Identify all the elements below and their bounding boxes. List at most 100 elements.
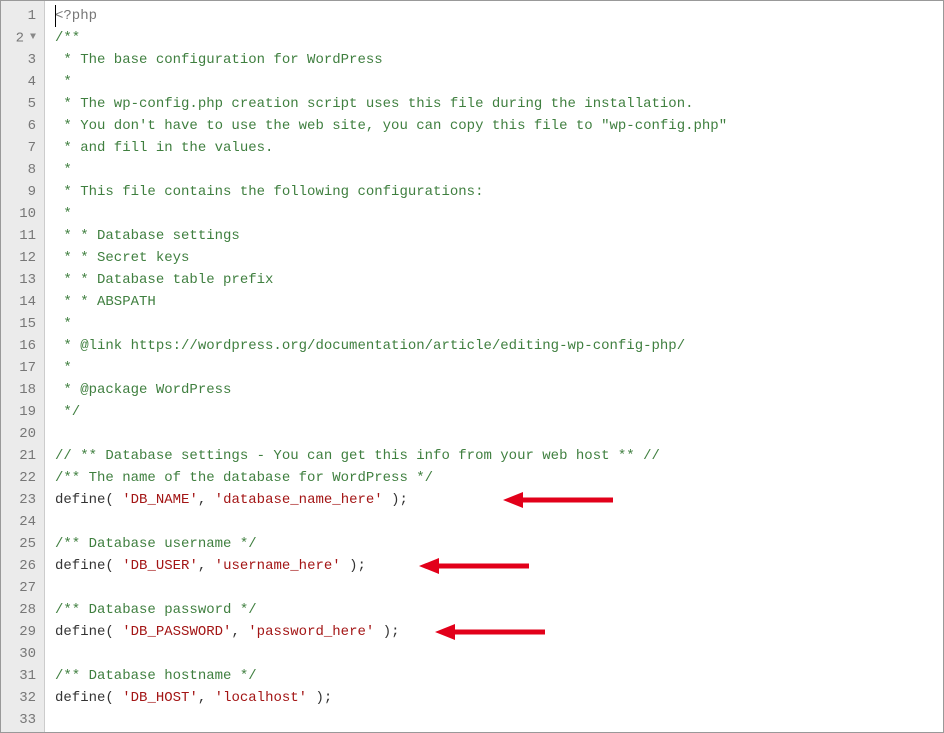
doc-comment: * * ABSPATH: [55, 294, 156, 310]
define-call: define: [55, 558, 105, 574]
code-line: define( 'DB_HOST', 'localhost' );: [55, 687, 943, 709]
line-number: 27: [5, 577, 36, 599]
docblock-start: /**: [55, 30, 80, 46]
string-literal: 'localhost': [215, 690, 307, 706]
doc-comment: *: [55, 206, 72, 222]
code-line: * and fill in the values.: [55, 137, 943, 159]
doc-comment: *: [55, 316, 72, 332]
code-line: * This file contains the following confi…: [55, 181, 943, 203]
line-number: 1: [5, 5, 36, 27]
doc-comment: * @package WordPress: [55, 382, 231, 398]
doc-comment: /** Database password */: [55, 602, 257, 618]
line-number: 30: [5, 643, 36, 665]
string-literal: 'database_name_here': [215, 492, 383, 508]
doc-comment: * * Database settings: [55, 228, 240, 244]
string-literal: 'DB_NAME': [122, 492, 198, 508]
code-line: /** Database hostname */: [55, 665, 943, 687]
code-editor-area[interactable]: <?php /** * The base configuration for W…: [45, 1, 943, 732]
doc-comment: *: [55, 74, 72, 90]
code-line: [55, 643, 943, 665]
code-line: define( 'DB_NAME', 'database_name_here' …: [55, 489, 943, 511]
doc-comment: * and fill in the values.: [55, 140, 273, 156]
string-literal: 'username_here': [215, 558, 341, 574]
line-number: 22: [5, 467, 36, 489]
doc-comment: /** Database hostname */: [55, 668, 257, 684]
string-literal: 'DB_PASSWORD': [122, 624, 231, 640]
line-number: 24: [5, 511, 36, 533]
line-number: 20: [5, 423, 36, 445]
code-line: * * Database table prefix: [55, 269, 943, 291]
php-open-tag: <?php: [55, 8, 97, 24]
code-line: *: [55, 71, 943, 93]
code-line: * * Database settings: [55, 225, 943, 247]
string-literal: 'password_here': [248, 624, 374, 640]
code-line: // ** Database settings - You can get th…: [55, 445, 943, 467]
define-call: define: [55, 690, 105, 706]
code-line: define( 'DB_PASSWORD', 'password_here' )…: [55, 621, 943, 643]
code-line: * * Secret keys: [55, 247, 943, 269]
doc-comment: * * Secret keys: [55, 250, 189, 266]
doc-comment: * You don't have to use the web site, yo…: [55, 118, 727, 134]
code-line: /** Database password */: [55, 599, 943, 621]
line-number: 12: [5, 247, 36, 269]
code-line: [55, 423, 943, 445]
code-line: /** Database username */: [55, 533, 943, 555]
code-line: define( 'DB_USER', 'username_here' );: [55, 555, 943, 577]
line-number: 14: [5, 291, 36, 313]
line-number: 32: [5, 687, 36, 709]
line-number: 10: [5, 203, 36, 225]
text-cursor: [55, 5, 56, 27]
code-line: *: [55, 357, 943, 379]
doc-comment: * The wp-config.php creation script uses…: [55, 96, 694, 112]
line-number: 21: [5, 445, 36, 467]
line-number: 19: [5, 401, 36, 423]
line-number: 2▼: [5, 27, 36, 49]
code-line: * @package WordPress: [55, 379, 943, 401]
code-line: * You don't have to use the web site, yo…: [55, 115, 943, 137]
string-literal: 'DB_HOST': [122, 690, 198, 706]
line-number: 16: [5, 335, 36, 357]
doc-comment: * The base configuration for WordPress: [55, 52, 383, 68]
line-number: 23: [5, 489, 36, 511]
line-number: 31: [5, 665, 36, 687]
line-number: 29: [5, 621, 36, 643]
define-call: define: [55, 624, 105, 640]
line-number: 17: [5, 357, 36, 379]
line-number: 8: [5, 159, 36, 181]
doc-comment: /** Database username */: [55, 536, 257, 552]
code-line: *: [55, 159, 943, 181]
doc-comment: * This file contains the following confi…: [55, 184, 483, 200]
line-number: 28: [5, 599, 36, 621]
doc-comment: * * Database table prefix: [55, 272, 273, 288]
code-line: /** The name of the database for WordPre…: [55, 467, 943, 489]
line-number: 4: [5, 71, 36, 93]
code-line: * The wp-config.php creation script uses…: [55, 93, 943, 115]
line-number: 7: [5, 137, 36, 159]
code-line: [55, 709, 943, 731]
code-line: *: [55, 313, 943, 335]
docblock-end: */: [55, 404, 80, 420]
line-number: 11: [5, 225, 36, 247]
code-line: * * ABSPATH: [55, 291, 943, 313]
code-line: */: [55, 401, 943, 423]
code-line: [55, 577, 943, 599]
code-line: *: [55, 203, 943, 225]
line-number: 13: [5, 269, 36, 291]
code-line: * @link https://wordpress.org/documentat…: [55, 335, 943, 357]
line-number: 15: [5, 313, 36, 335]
code-line: /**: [55, 27, 943, 49]
line-number: 9: [5, 181, 36, 203]
line-number-gutter: 12▼3456789101112131415161718192021222324…: [1, 1, 45, 732]
doc-comment: *: [55, 162, 72, 178]
fold-toggle-icon[interactable]: ▼: [26, 27, 36, 49]
line-number: 26: [5, 555, 36, 577]
doc-comment: /** The name of the database for WordPre…: [55, 470, 433, 486]
line-number: 25: [5, 533, 36, 555]
line-comment: // ** Database settings - You can get th…: [55, 448, 660, 464]
line-number: 5: [5, 93, 36, 115]
line-number: 33: [5, 709, 36, 731]
line-number: 3: [5, 49, 36, 71]
define-call: define: [55, 492, 105, 508]
code-line: [55, 511, 943, 533]
line-number: 6: [5, 115, 36, 137]
